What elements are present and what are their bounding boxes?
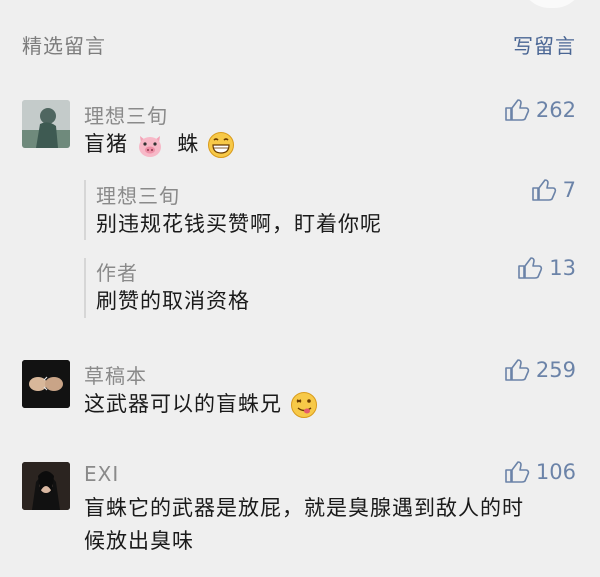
- thumbs-up-icon: [505, 99, 530, 121]
- comment-text: 这武器可以的盲蛛兄: [84, 388, 318, 421]
- thumbs-up-icon: [505, 461, 530, 483]
- reply-divider: [84, 180, 86, 240]
- reply-text: 刷赞的取消资格: [96, 289, 250, 313]
- like-count: 262: [535, 98, 576, 122]
- comment-author[interactable]: EXI: [84, 462, 119, 486]
- comment-text-line: 候放出臭味: [84, 528, 194, 553]
- like-count: 13: [549, 256, 576, 280]
- like-button[interactable]: 259: [504, 358, 576, 382]
- reply-author[interactable]: 理想三旬: [96, 180, 180, 209]
- avatar[interactable]: [22, 100, 70, 148]
- like-button[interactable]: 7: [531, 178, 576, 202]
- comment-text-part: 蛛: [177, 132, 200, 156]
- avatar[interactable]: [22, 462, 70, 510]
- like-count: 259: [535, 358, 576, 382]
- like-count: 106: [535, 460, 576, 484]
- like-button[interactable]: 106: [504, 460, 576, 484]
- like-count: 7: [562, 178, 576, 202]
- write-comment-button[interactable]: 写留言: [513, 30, 576, 59]
- pig-face-emoji: [138, 136, 161, 157]
- comment-text: 盲猪 蛛: [84, 128, 235, 161]
- comment-author[interactable]: 理想三旬: [84, 100, 168, 129]
- like-button[interactable]: 262: [504, 98, 576, 122]
- comment-text-line: 盲蛛它的武器是放屁，就是臭腺遇到敌人的时: [84, 496, 524, 520]
- reply-author[interactable]: 作者: [96, 257, 138, 286]
- comment-author[interactable]: 草稿本: [84, 360, 147, 389]
- avatar[interactable]: [22, 360, 70, 408]
- thumbs-up-icon: [518, 257, 543, 279]
- top-edge-dot: [520, 0, 584, 8]
- section-title: 精选留言: [22, 34, 106, 58]
- thumbs-up-icon: [531, 179, 556, 201]
- comment-text-part: 这武器可以的盲蛛兄: [84, 392, 282, 416]
- comment-text-part: 盲猪: [84, 132, 128, 156]
- wink-tongue-emoji: [290, 392, 317, 418]
- reply-divider: [84, 258, 86, 318]
- comment-text: 盲蛛它的武器是放屁，就是臭腺遇到敌人的时 候放出臭味: [84, 492, 524, 557]
- grin-emoji: [208, 132, 235, 158]
- reply-text: 别违规花钱买赞啊，盯着你呢: [96, 212, 382, 236]
- like-button[interactable]: 13: [517, 256, 576, 280]
- thumbs-up-icon: [505, 359, 530, 381]
